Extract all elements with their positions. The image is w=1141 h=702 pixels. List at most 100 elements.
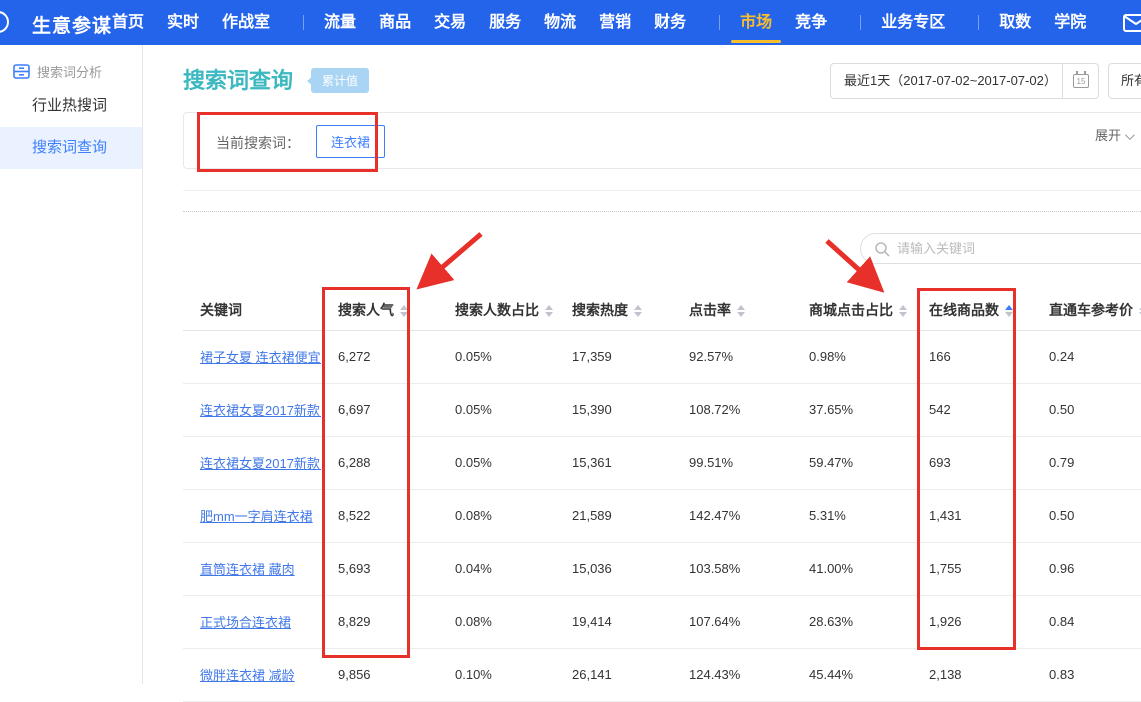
keyword-link[interactable]: 正式场合连衣裙 <box>200 615 291 630</box>
sort-icon[interactable] <box>737 305 745 317</box>
value-cell: 542 <box>912 383 1032 436</box>
column-label: 点击率 <box>689 302 731 318</box>
nav-item-17[interactable]: 取数 <box>999 0 1031 45</box>
table-header-row: 关键词 搜索人气 搜索人数占比 搜索热度 点击率 商城点击占比 在线商品数 直通车参考价 <box>183 290 1141 330</box>
column-label: 关键词 <box>200 302 242 318</box>
value-cell: 2,138 <box>912 648 1032 701</box>
keyword-cell: 正式场合连衣裙 <box>183 595 321 648</box>
column-header-0: 关键词 <box>183 290 321 330</box>
column-label: 搜索人数占比 <box>455 302 539 318</box>
keyword-cell: 裙子女夏 连衣裙便宜5.. <box>183 330 321 383</box>
sidebar: 搜索词分析 行业热搜词 搜索词查询 <box>0 45 143 684</box>
nav-item-10[interactable]: 财务 <box>654 0 686 45</box>
keyword-link[interactable]: 直筒连衣裙 藏肉 <box>200 562 295 577</box>
nav-item-18[interactable]: 学院 <box>1054 0 1086 45</box>
value-cell: 6,288 <box>321 436 438 489</box>
value-cell: 0.83 <box>1032 648 1141 701</box>
column-header-5[interactable]: 商城点击占比 <box>792 290 912 330</box>
value-cell: 0.05% <box>438 383 555 436</box>
expand-label: 展开 <box>1095 128 1121 143</box>
sort-icon[interactable] <box>899 305 907 317</box>
keyword-search-input[interactable] <box>897 235 1141 262</box>
terminal-selector[interactable]: 所有终端 <box>1108 63 1141 99</box>
keyword-cell: 微胖连衣裙 减龄 <box>183 648 321 701</box>
value-cell: 0.96 <box>1032 542 1141 595</box>
nav-item-7[interactable]: 服务 <box>489 0 521 45</box>
value-cell: 1,755 <box>912 542 1032 595</box>
cumulative-badge: 累计值 <box>311 68 369 93</box>
value-cell: 6,272 <box>321 330 438 383</box>
table-row: 直筒连衣裙 藏肉5,6930.04%15,036103.58%41.00%1,7… <box>183 542 1141 595</box>
value-cell: 9,856 <box>321 648 438 701</box>
calendar-button[interactable]: 15 <box>1062 63 1099 99</box>
sort-icon[interactable] <box>545 305 553 317</box>
sort-icon[interactable] <box>400 305 408 317</box>
column-label: 直通车参考价 <box>1049 302 1133 318</box>
value-cell: 0.08% <box>438 595 555 648</box>
value-cell: 28.63% <box>792 595 912 648</box>
nav-item-12[interactable]: 市场 <box>740 0 772 45</box>
search-icon <box>874 241 890 257</box>
current-search-term-tag[interactable]: 连衣裙 <box>316 125 385 158</box>
search-words-table: 关键词 搜索人气 搜索人数占比 搜索热度 点击率 商城点击占比 在线商品数 直通车参考价 裙子… <box>183 290 1141 702</box>
date-range-selector[interactable]: 最近1天（2017-07-02~2017-07-02） <box>830 63 1071 99</box>
value-cell: 108.72% <box>672 383 792 436</box>
column-header-4[interactable]: 点击率 <box>672 290 792 330</box>
nav-item-1[interactable]: 实时 <box>167 0 199 45</box>
current-search-label: 当前搜索词： <box>216 133 300 153</box>
keyword-cell: 连衣裙女夏2017新款... <box>183 383 321 436</box>
keyword-link[interactable]: 肥mm一字肩连衣裙 <box>200 509 313 524</box>
value-cell: 37.65% <box>792 383 912 436</box>
nav-item-4[interactable]: 流量 <box>324 0 356 45</box>
nav-item-15[interactable]: 业务专区 <box>881 0 945 45</box>
value-cell: 166 <box>912 330 1032 383</box>
value-cell: 21,589 <box>555 489 672 542</box>
nav-menu: 首页实时作战室 流量商品交易服务物流营销财务 市场竞争 业务专区 取数学院 <box>112 0 1109 45</box>
nav-divider <box>860 15 861 30</box>
nav-item-2[interactable]: 作战室 <box>222 0 270 45</box>
column-header-6[interactable]: 在线商品数 <box>912 290 1032 330</box>
column-header-3[interactable]: 搜索热度 <box>555 290 672 330</box>
nav-item-8[interactable]: 物流 <box>544 0 576 45</box>
filter-panel: 当前搜索词： 连衣裙 <box>183 112 1141 169</box>
nav-item-13[interactable]: 竞争 <box>795 0 827 45</box>
sidebar-group-title: 搜索词分析 <box>37 62 102 81</box>
value-cell: 6,697 <box>321 383 438 436</box>
sort-icon[interactable] <box>634 305 642 317</box>
keyword-link[interactable]: 连衣裙女夏2017新款... <box>200 456 321 471</box>
value-cell: 8,522 <box>321 489 438 542</box>
value-cell: 0.05% <box>438 330 555 383</box>
table-row: 连衣裙女夏2017新款...6,6970.05%15,390108.72%37.… <box>183 383 1141 436</box>
value-cell: 103.58% <box>672 542 792 595</box>
nav-item-6[interactable]: 交易 <box>434 0 466 45</box>
column-label: 搜索热度 <box>572 302 628 318</box>
value-cell: 0.08% <box>438 489 555 542</box>
nav-item-9[interactable]: 营销 <box>599 0 631 45</box>
sidebar-item-industry-hot-words[interactable]: 行业热搜词 <box>0 85 142 127</box>
keyword-link[interactable]: 微胖连衣裙 减龄 <box>200 668 295 683</box>
table-row: 微胖连衣裙 减龄9,8560.10%26,141124.43%45.44%2,1… <box>183 648 1141 701</box>
expand-link[interactable]: 展开 <box>1095 125 1132 144</box>
column-header-1[interactable]: 搜索人气 <box>321 290 438 330</box>
nav-item-5[interactable]: 商品 <box>379 0 411 45</box>
brand-name[interactable]: 生意参谋 <box>32 11 112 38</box>
value-cell: 1,926 <box>912 595 1032 648</box>
sort-icon[interactable] <box>1005 305 1013 317</box>
column-header-7[interactable]: 直通车参考价 <box>1032 290 1141 330</box>
table-body: 裙子女夏 连衣裙便宜5..6,2720.05%17,35992.57%0.98%… <box>183 330 1141 701</box>
nav-item-0[interactable]: 首页 <box>112 0 144 45</box>
value-cell: 0.05% <box>438 436 555 489</box>
mail-icon[interactable] <box>1123 14 1141 32</box>
keyword-search-box: × <box>860 233 1141 264</box>
value-cell: 0.10% <box>438 648 555 701</box>
value-cell: 0.79 <box>1032 436 1141 489</box>
keyword-link[interactable]: 连衣裙女夏2017新款... <box>200 403 321 418</box>
column-label: 商城点击占比 <box>809 302 893 318</box>
value-cell: 17,359 <box>555 330 672 383</box>
sidebar-item-search-word-query[interactable]: 搜索词查询 <box>0 127 142 169</box>
column-header-2[interactable]: 搜索人数占比 <box>438 290 555 330</box>
keyword-link[interactable]: 裙子女夏 连衣裙便宜5.. <box>200 350 321 365</box>
keyword-cell: 连衣裙女夏2017新款... <box>183 436 321 489</box>
value-cell: 19,414 <box>555 595 672 648</box>
sidebar-group-search-analysis: 搜索词分析 <box>13 57 142 85</box>
